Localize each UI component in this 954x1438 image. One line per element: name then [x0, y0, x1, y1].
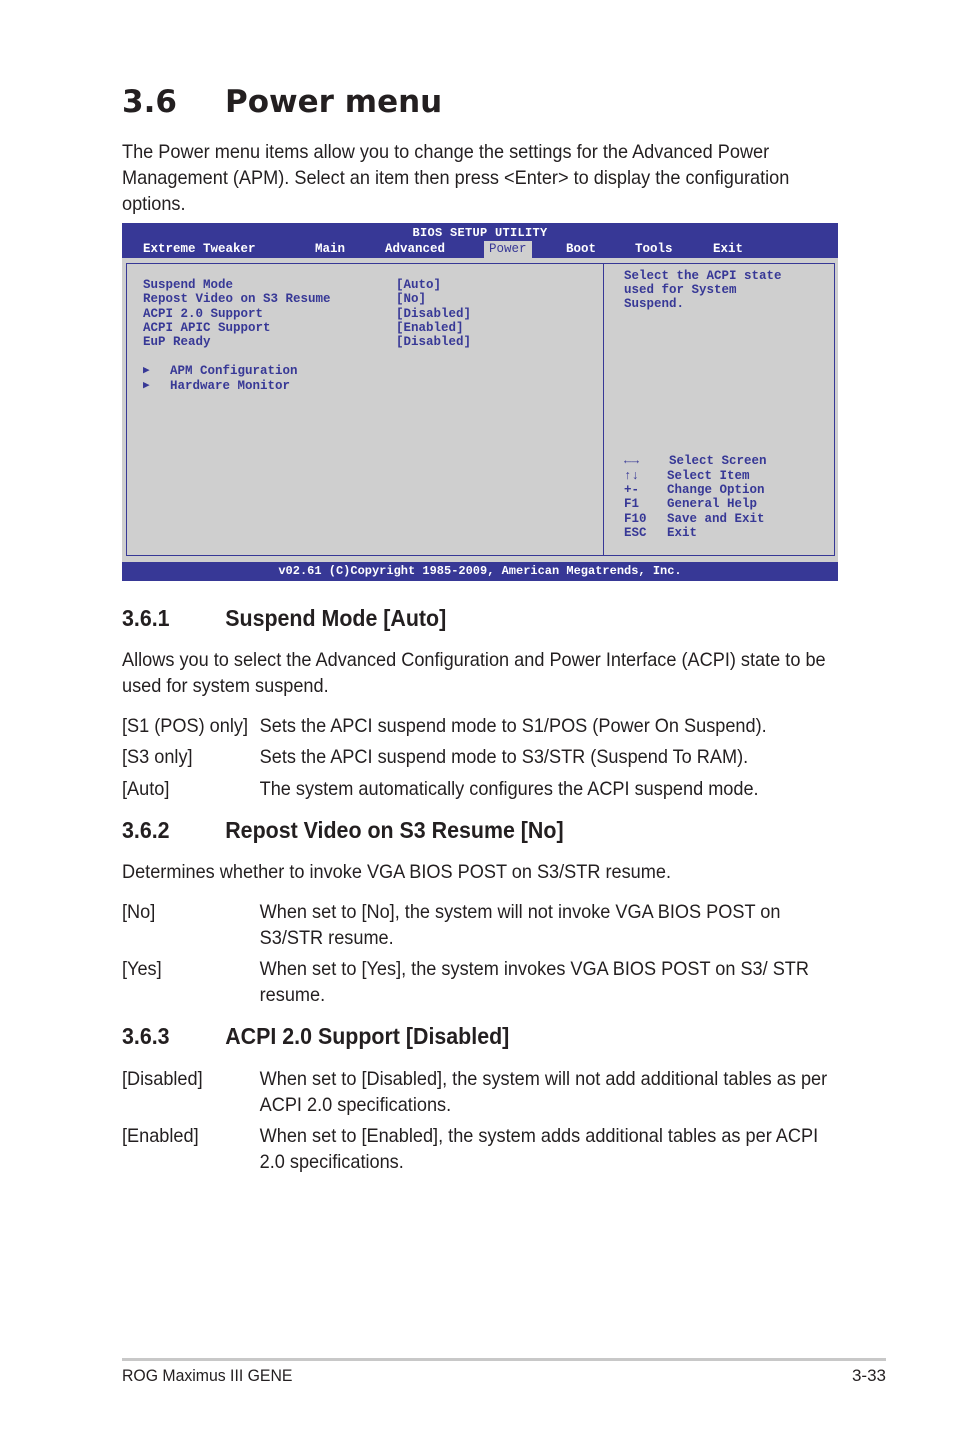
bios-setting-value[interactable]: [No]: [396, 292, 426, 306]
footer-divider: [122, 1358, 886, 1361]
subsection-title: Repost Video on S3 Resume [No]: [225, 817, 564, 843]
bios-screenshot: BIOS SETUP UTILITY Extreme Tweaker Main …: [122, 223, 838, 581]
bios-key-action: General Help: [667, 497, 758, 511]
option-row: [S3 only] Sets the APCI suspend mode to …: [122, 744, 838, 770]
bios-menu-main[interactable]: Main: [315, 241, 345, 258]
subsection-heading-repost-video: 3.6.2 Repost Video on S3 Resume [No]: [122, 817, 564, 844]
subsection-title: ACPI 2.0 Support [Disabled]: [225, 1023, 510, 1049]
section-title: Power menu: [225, 84, 443, 120]
bios-help-line: Select the ACPI state: [624, 269, 782, 283]
triangle-right-icon: ▶: [143, 380, 150, 392]
intro-paragraph: The Power menu items allow you to change…: [122, 141, 790, 215]
bios-key: F1: [624, 497, 640, 511]
option-row: [S1 (POS) only] Sets the APCI suspend mo…: [122, 713, 838, 739]
section-heading: 3.6 Power menu: [122, 84, 442, 120]
bios-menu-exit[interactable]: Exit: [713, 241, 743, 258]
bios-key: +-: [624, 483, 640, 497]
option-desc: Sets the APCI suspend mode to S1/POS (Po…: [259, 715, 767, 737]
bios-help-line: used for System: [624, 283, 737, 297]
option-desc: When set to [Yes], the system invokes VG…: [259, 958, 809, 1006]
bios-key-action: Exit: [667, 526, 698, 540]
bios-menu-tools[interactable]: Tools: [635, 241, 673, 258]
bios-setting-label[interactable]: Suspend Mode: [143, 278, 233, 292]
option-key: [S1 (POS) only]: [122, 715, 248, 737]
bios-menu-power[interactable]: Power: [484, 241, 532, 258]
bios-key-action: Select Screen: [669, 454, 767, 468]
bios-setting-label[interactable]: ACPI APIC Support: [143, 321, 271, 335]
option-row: [Enabled] When set to [Enabled], the sys…: [122, 1123, 838, 1175]
bios-setting-label[interactable]: EuP Ready: [143, 335, 211, 349]
option-row: [No] When set to [No], the system will n…: [122, 899, 838, 951]
bios-setting-value[interactable]: [Disabled]: [396, 335, 471, 349]
left-right-arrow-icon: ←→: [624, 454, 640, 468]
option-desc: When set to [No], the system will not in…: [259, 901, 781, 949]
up-down-arrow-icon: ↑↓: [624, 469, 640, 483]
bios-submenu-apm[interactable]: APM Configuration: [170, 364, 298, 378]
bios-key: F10: [624, 512, 647, 526]
bios-key-action: Change Option: [667, 483, 765, 497]
bios-help-line: Suspend.: [624, 297, 685, 311]
option-key: [Enabled]: [122, 1125, 199, 1147]
option-row: [Yes] When set to [Yes], the system invo…: [122, 956, 838, 1008]
bios-key-action: Save and Exit: [667, 512, 765, 526]
option-row: [Disabled] When set to [Disabled], the s…: [122, 1066, 838, 1118]
bios-copyright-bar: v02.61 (C)Copyright 1985-2009, American …: [122, 562, 838, 581]
bios-key: ESC: [624, 526, 647, 540]
bios-menu-advanced[interactable]: Advanced: [385, 241, 445, 258]
bios-setting-label[interactable]: Repost Video on S3 Resume: [143, 292, 331, 306]
subsection-number: 3.6.2: [122, 817, 170, 843]
bios-setting-value[interactable]: [Disabled]: [396, 307, 471, 321]
option-key: [Yes]: [122, 958, 162, 980]
option-desc: When set to [Disabled], the system will …: [259, 1068, 828, 1116]
option-desc: Sets the APCI suspend mode to S3/STR (Su…: [259, 746, 749, 768]
subsection-description: Determines whether to invoke VGA BIOS PO…: [122, 861, 671, 883]
option-key: [S3 only]: [122, 746, 193, 768]
subsection-number: 3.6.3: [122, 1023, 170, 1049]
triangle-right-icon: ▶: [143, 365, 150, 377]
bios-setting-value[interactable]: [Auto]: [396, 278, 441, 292]
subsection-description: Allows you to select the Advanced Config…: [122, 649, 826, 697]
subsection-title: Suspend Mode [Auto]: [225, 605, 447, 631]
bios-setting-label[interactable]: ACPI 2.0 Support: [143, 307, 263, 321]
bios-help-pane: Select the ACPI state used for System Su…: [603, 263, 835, 556]
bios-submenu-hardware-monitor[interactable]: Hardware Monitor: [170, 379, 290, 393]
footer-product-name: ROG Maximus III GENE: [122, 1366, 293, 1385]
section-number: 3.6: [122, 84, 177, 120]
bios-menu-extreme-tweaker[interactable]: Extreme Tweaker: [143, 241, 256, 258]
subsection-number: 3.6.1: [122, 605, 170, 631]
bios-settings-pane: Suspend Mode [Auto] Repost Video on S3 R…: [126, 263, 604, 556]
bios-menu-boot[interactable]: Boot: [566, 241, 596, 258]
option-row: [Auto] The system automatically configur…: [122, 776, 838, 802]
option-key: [No]: [122, 901, 156, 923]
option-desc: The system automatically configures the …: [259, 778, 759, 800]
option-desc: When set to [Enabled], the system adds a…: [259, 1125, 819, 1173]
option-key: [Auto]: [122, 778, 170, 800]
bios-key-action: Select Item: [667, 469, 750, 483]
bios-title: BIOS SETUP UTILITY: [412, 226, 548, 240]
subsection-heading-acpi-support: 3.6.3 ACPI 2.0 Support [Disabled]: [122, 1023, 509, 1050]
footer-page-number: 3-33: [851, 1366, 886, 1385]
option-key: [Disabled]: [122, 1068, 203, 1090]
subsection-heading-suspend-mode: 3.6.1 Suspend Mode [Auto]: [122, 605, 446, 632]
bios-setting-value[interactable]: [Enabled]: [396, 321, 464, 335]
